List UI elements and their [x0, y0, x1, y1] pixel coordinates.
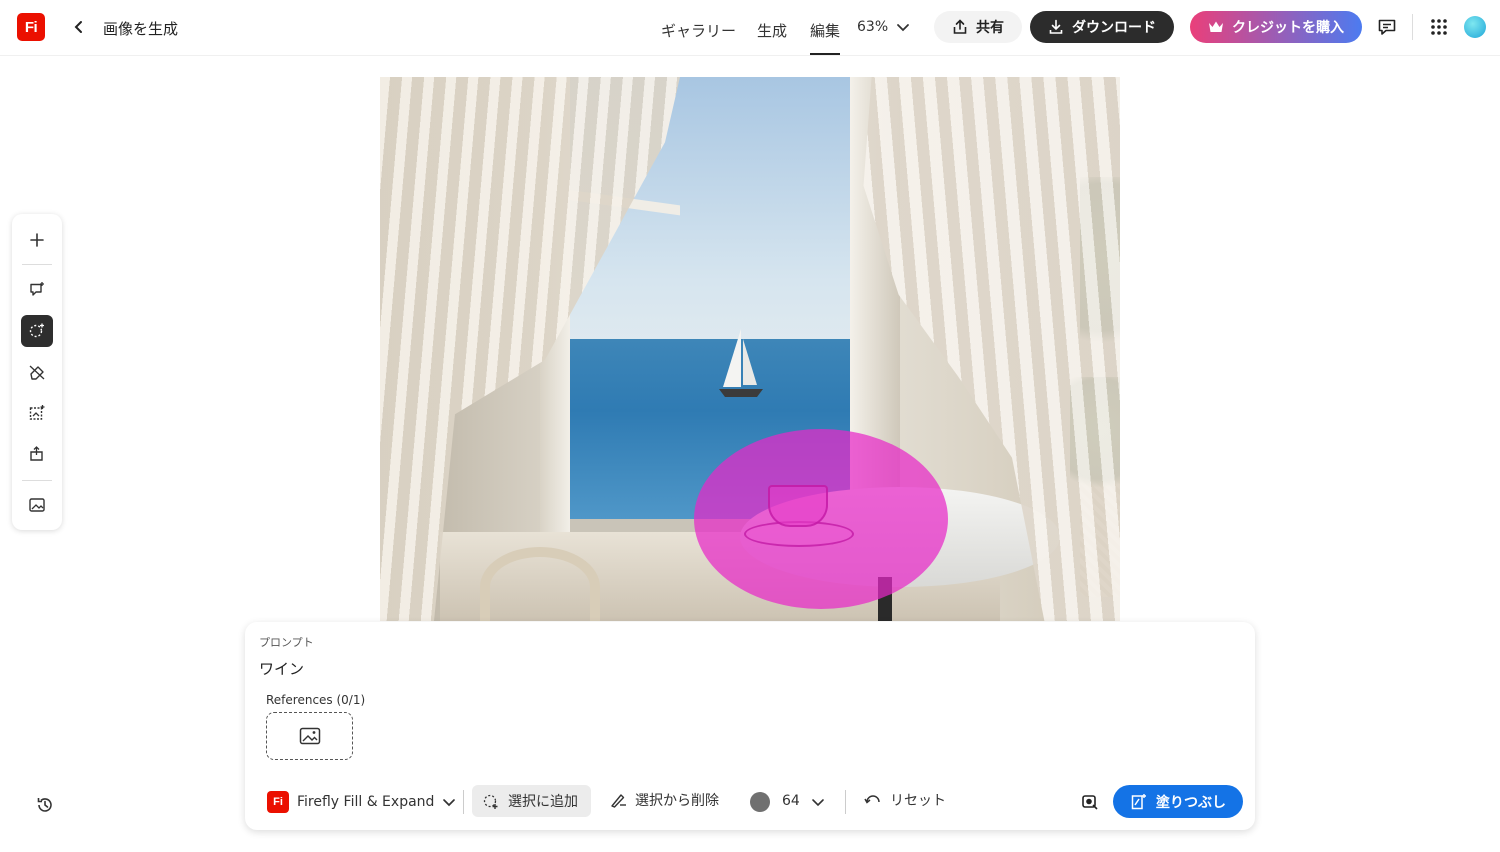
download-label: ダウンロード — [1072, 20, 1156, 36]
model-selector[interactable]: Fi Firefly Fill & Expand — [267, 790, 456, 814]
model-name: Firefly Fill & Expand — [297, 794, 435, 810]
sailboat — [717, 327, 765, 403]
expand-icon[interactable] — [21, 397, 53, 429]
buy-credits-button[interactable]: クレジットを購入 — [1190, 11, 1362, 43]
share-label: 共有 — [976, 20, 1004, 36]
add-selection-icon — [482, 792, 500, 810]
brush-size-chevron-down-icon[interactable] — [811, 792, 827, 812]
insert-icon[interactable] — [21, 438, 53, 470]
generative-fill-icon[interactable] — [21, 274, 53, 306]
firefly-logo[interactable]: Fi — [17, 13, 45, 41]
reset-label: リセット — [890, 793, 946, 809]
zoom-level[interactable]: 63% — [857, 19, 888, 35]
model-chevron-down-icon — [442, 795, 456, 809]
remove-icon[interactable] — [21, 356, 53, 388]
chair — [480, 547, 600, 621]
coffee-cup — [768, 485, 828, 527]
mask-toggle-icon[interactable] — [1081, 792, 1099, 812]
image-canvas[interactable] — [380, 77, 1120, 621]
nav-edit[interactable]: 編集 — [810, 20, 841, 55]
brush-size-value[interactable]: 64 — [782, 793, 800, 809]
nav-gallery[interactable]: ギャラリー — [661, 20, 736, 41]
add-selection-label: 選択に追加 — [508, 794, 578, 810]
share-icon — [952, 19, 968, 35]
logo-text: Fi — [24, 18, 38, 36]
remove-selection-label: 選択から削除 — [635, 793, 719, 809]
download-icon — [1048, 19, 1064, 35]
buy-credits-label: クレジットを購入 — [1232, 20, 1344, 36]
image-placeholder-icon — [299, 727, 321, 745]
prompt-label: プロンプト — [259, 636, 314, 649]
brush-size-swatch — [750, 792, 770, 812]
fill-icon — [1130, 793, 1148, 811]
reset-button[interactable]: リセット — [864, 790, 946, 810]
panel-divider — [845, 790, 846, 814]
zoom-chevron-down-icon[interactable] — [896, 18, 912, 36]
user-avatar[interactable] — [1464, 16, 1486, 38]
top-bar: Fi 画像を生成 ギャラリー 生成 編集 63% 共有 ダウンロード クレジット… — [0, 0, 1500, 56]
add-icon[interactable] — [21, 224, 53, 256]
fill-label: 塗りつぶし — [1155, 794, 1227, 811]
prompt-input[interactable]: ワイン — [259, 658, 304, 679]
download-button[interactable]: ダウンロード — [1030, 11, 1174, 43]
add-to-selection-button[interactable]: 選択に追加 — [472, 785, 591, 817]
references-label: References (0/1) — [266, 693, 366, 707]
toolbar-divider — [22, 264, 52, 265]
share-button[interactable]: 共有 — [934, 11, 1022, 43]
back-chevron-icon[interactable] — [70, 16, 88, 38]
prompt-panel: プロンプト ワイン References (0/1) Fi Firefly Fi… — [245, 622, 1255, 830]
brush-remove-icon — [609, 791, 627, 809]
comment-icon[interactable] — [1376, 16, 1398, 38]
page-title: 画像を生成 — [103, 20, 179, 38]
nav-generate[interactable]: 生成 — [757, 20, 787, 41]
crown-icon — [1208, 20, 1224, 34]
undo-icon — [864, 792, 882, 808]
generative-fill-button[interactable]: 塗りつぶし — [1113, 785, 1243, 818]
reference-upload-slot[interactable] — [266, 712, 353, 760]
image-icon[interactable] — [21, 489, 53, 521]
header-divider — [1412, 14, 1413, 40]
remove-from-selection-button[interactable]: 選択から削除 — [609, 790, 719, 810]
firefly-model-logo: Fi — [267, 791, 289, 813]
selection-icon[interactable] — [21, 315, 53, 347]
panel-divider — [463, 790, 464, 814]
history-icon[interactable] — [34, 794, 56, 816]
toolbar-divider — [22, 480, 52, 481]
tool-palette — [12, 214, 62, 530]
app-grid-icon[interactable] — [1428, 16, 1450, 38]
